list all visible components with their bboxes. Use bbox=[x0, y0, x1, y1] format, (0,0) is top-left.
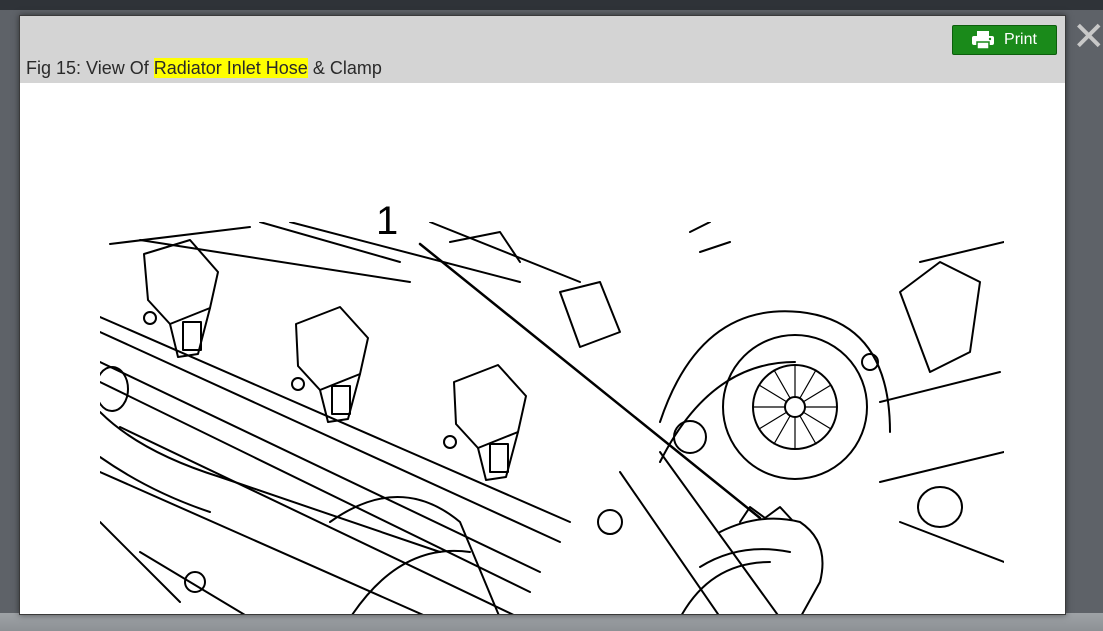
bottom-toolbar bbox=[0, 613, 1103, 631]
printer-icon bbox=[972, 31, 995, 49]
figure-dialog: Fig 15: View Of Radiator Inlet Hose & Cl… bbox=[19, 15, 1066, 615]
print-button[interactable]: Print bbox=[952, 25, 1057, 55]
caption-highlight: Radiator Inlet Hose bbox=[153, 58, 308, 78]
callout-number: 1 bbox=[376, 199, 398, 243]
top-browser-strip bbox=[0, 0, 1103, 10]
caption-prefix: Fig 15: View Of bbox=[26, 58, 154, 78]
dialog-header: Fig 15: View Of Radiator Inlet Hose & Cl… bbox=[20, 16, 1065, 83]
engine-illustration bbox=[100, 222, 1004, 614]
print-label: Print bbox=[1004, 31, 1037, 48]
close-icon[interactable]: ✕ bbox=[1072, 17, 1103, 57]
caption-suffix: & Clamp bbox=[307, 58, 382, 78]
figure-caption: Fig 15: View Of Radiator Inlet Hose & Cl… bbox=[26, 58, 382, 79]
